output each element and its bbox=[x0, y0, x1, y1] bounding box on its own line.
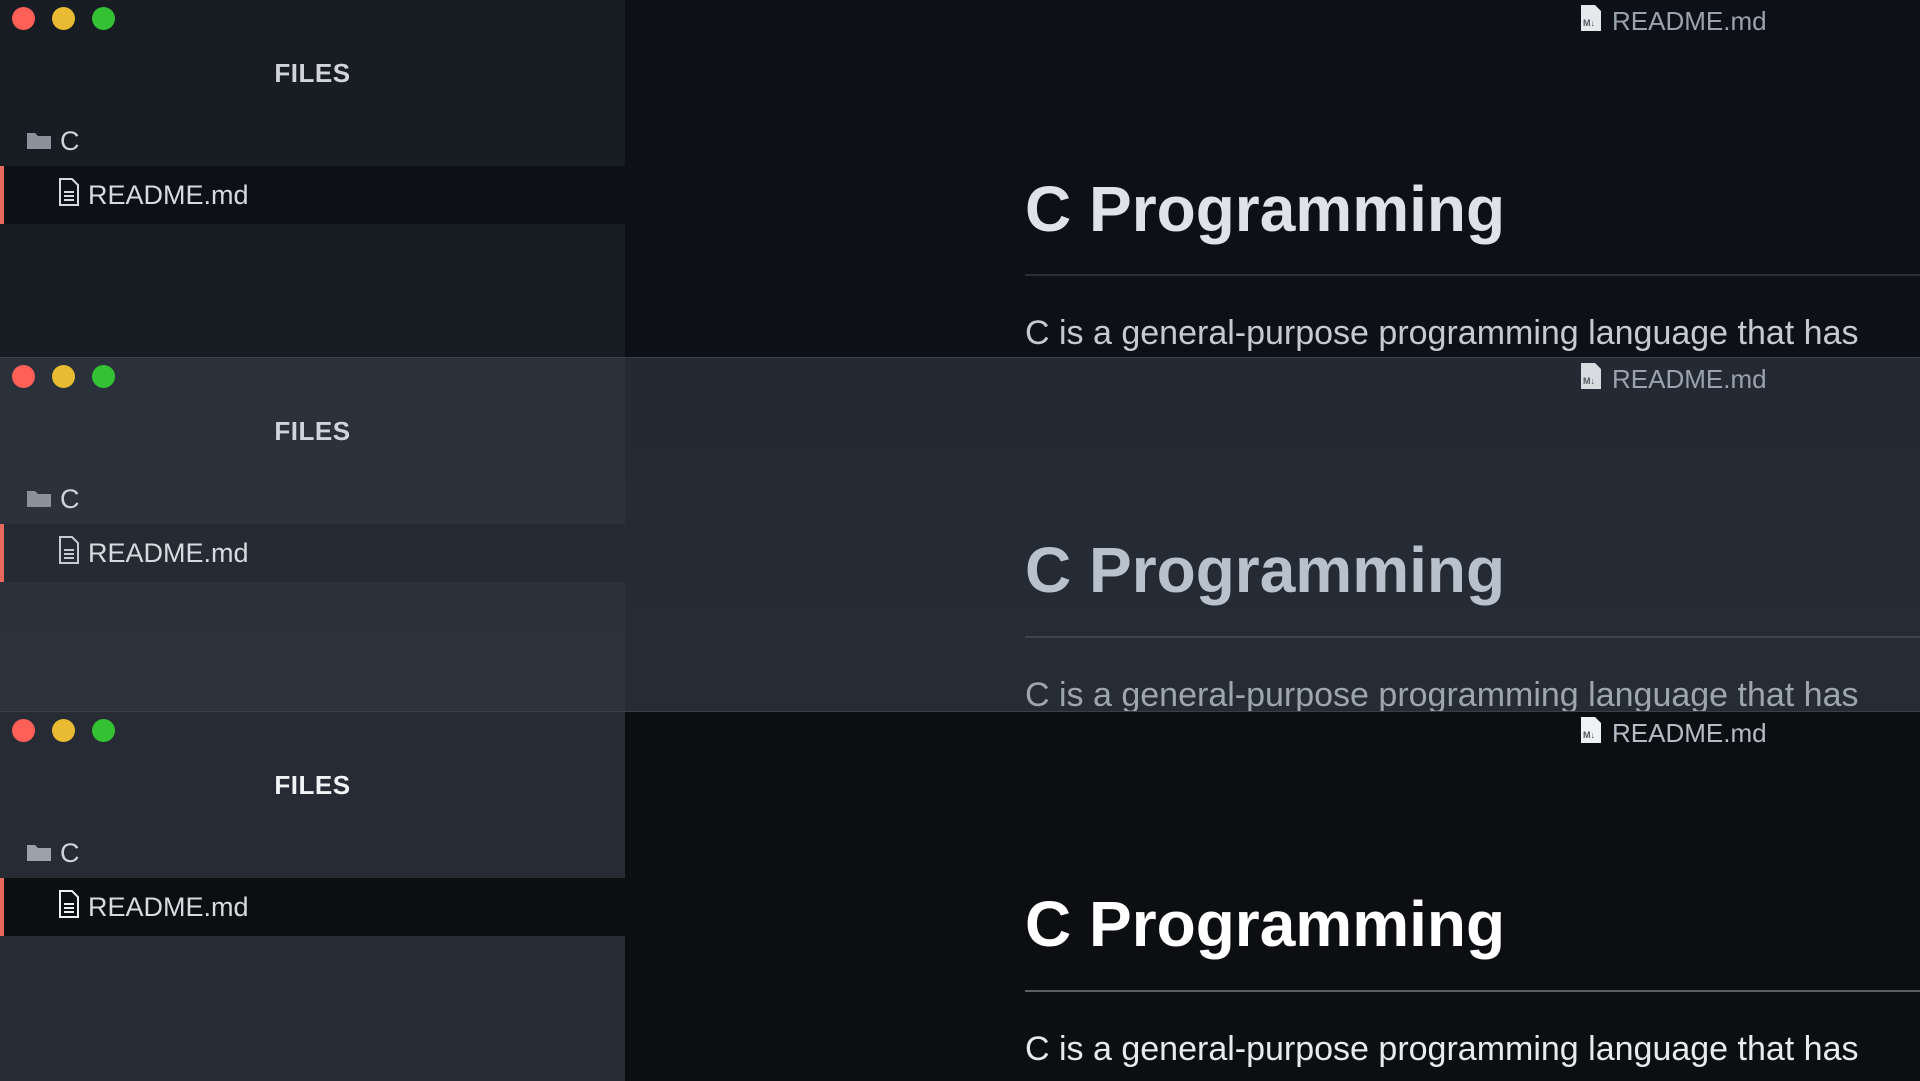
file-item-active[interactable]: README.md bbox=[0, 524, 625, 582]
close-button[interactable] bbox=[12, 719, 35, 742]
sidebar-title: FILES bbox=[274, 58, 351, 88]
sidebar: FILES C README.md bbox=[0, 712, 625, 1081]
document-paragraph: C is a general-purpose programming langu… bbox=[1025, 314, 1859, 352]
markdown-file-icon: M↓ bbox=[1580, 362, 1602, 397]
file-item-active[interactable]: README.md bbox=[0, 166, 625, 224]
svg-text:M↓: M↓ bbox=[1583, 18, 1595, 28]
window-controls bbox=[12, 7, 115, 30]
folder-icon bbox=[26, 838, 52, 869]
file-label: README.md bbox=[88, 891, 249, 922]
window-controls bbox=[12, 365, 115, 388]
folder-item[interactable]: C bbox=[26, 838, 80, 869]
document-heading: C Programming bbox=[1025, 173, 1506, 245]
window-contrast: FILES C README.md M↓ README.md C Program… bbox=[0, 711, 1920, 1081]
folder-item[interactable]: C bbox=[26, 126, 80, 157]
close-button[interactable] bbox=[12, 7, 35, 30]
file-icon bbox=[58, 535, 80, 571]
document-tab[interactable]: M↓ README.md bbox=[1580, 362, 1767, 397]
folder-item[interactable]: C bbox=[26, 484, 80, 515]
minimize-button[interactable] bbox=[52, 719, 75, 742]
folder-label: C bbox=[60, 126, 80, 156]
folder-icon bbox=[26, 126, 52, 157]
sidebar-title: FILES bbox=[274, 770, 351, 800]
heading-divider bbox=[1025, 990, 1920, 992]
markdown-file-icon: M↓ bbox=[1580, 716, 1602, 751]
close-button[interactable] bbox=[12, 365, 35, 388]
window-dark: FILES C README.md M↓ README.md C Program… bbox=[0, 0, 1920, 357]
document-paragraph: C is a general-purpose programming langu… bbox=[1025, 676, 1859, 712]
heading-divider bbox=[1025, 636, 1920, 638]
svg-text:M↓: M↓ bbox=[1583, 730, 1595, 740]
file-label: README.md bbox=[88, 179, 249, 210]
document-heading: C Programming bbox=[1025, 888, 1506, 960]
window-dimmed: FILES C README.md M↓ README.md C Program… bbox=[0, 357, 1920, 712]
zoom-button[interactable] bbox=[92, 365, 115, 388]
document-tab[interactable]: M↓ README.md bbox=[1580, 716, 1767, 751]
editor-pane: M↓ README.md C Programming C is a genera… bbox=[625, 358, 1920, 712]
file-icon bbox=[58, 889, 80, 925]
minimize-button[interactable] bbox=[52, 365, 75, 388]
window-controls bbox=[12, 719, 115, 742]
document-paragraph: C is a general-purpose programming langu… bbox=[1025, 1030, 1859, 1068]
folder-icon bbox=[26, 484, 52, 515]
sidebar: FILES C README.md bbox=[0, 0, 625, 357]
file-label: README.md bbox=[88, 537, 249, 568]
tab-title: README.md bbox=[1612, 718, 1767, 748]
sidebar: FILES C README.md bbox=[0, 358, 625, 712]
minimize-button[interactable] bbox=[52, 7, 75, 30]
document-tab[interactable]: M↓ README.md bbox=[1580, 4, 1767, 39]
tab-title: README.md bbox=[1612, 6, 1767, 36]
tab-title: README.md bbox=[1612, 364, 1767, 394]
zoom-button[interactable] bbox=[92, 7, 115, 30]
editor-pane: M↓ README.md C Programming C is a genera… bbox=[625, 712, 1920, 1081]
document-heading: C Programming bbox=[1025, 534, 1506, 606]
folder-label: C bbox=[60, 484, 80, 514]
sidebar-title: FILES bbox=[274, 416, 351, 446]
heading-divider bbox=[1025, 274, 1920, 276]
zoom-button[interactable] bbox=[92, 719, 115, 742]
file-icon bbox=[58, 177, 80, 213]
markdown-file-icon: M↓ bbox=[1580, 4, 1602, 39]
file-item-active[interactable]: README.md bbox=[0, 878, 625, 936]
editor-pane: M↓ README.md C Programming C is a genera… bbox=[625, 0, 1920, 357]
svg-text:M↓: M↓ bbox=[1583, 376, 1595, 386]
folder-label: C bbox=[60, 838, 80, 868]
